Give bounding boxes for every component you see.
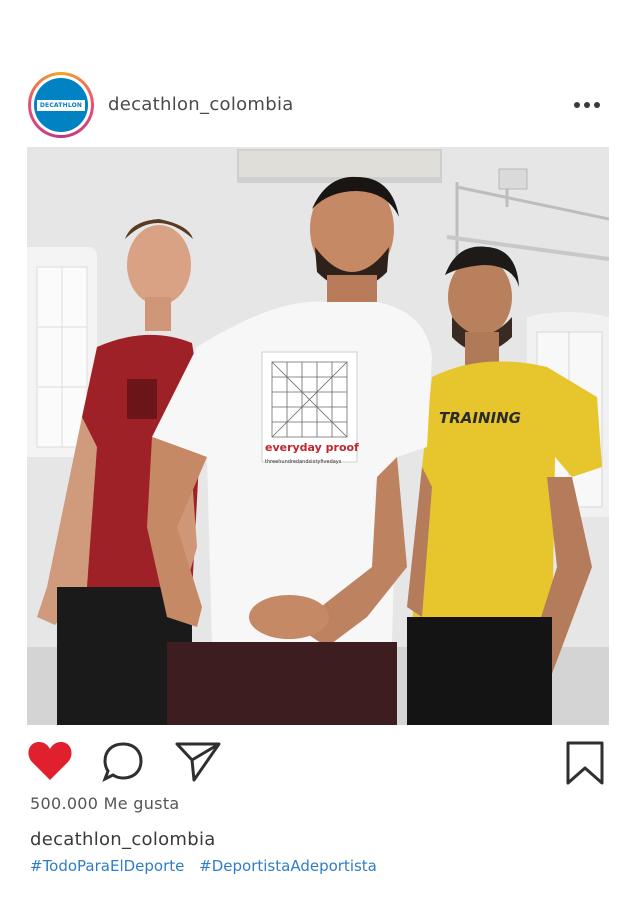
post-image[interactable]: TRAINING everyday proof threehundredands… (27, 147, 609, 725)
heart-icon[interactable] (27, 740, 73, 782)
post-username[interactable]: decathlon_colombia (108, 94, 294, 115)
post-header: DECATHLON decathlon_colombia (0, 72, 632, 140)
avatar-logo-circle: DECATHLON (34, 78, 88, 132)
more-horizontal-icon[interactable] (574, 102, 600, 108)
hashtag-link[interactable]: #DeportistaAdeportista (199, 857, 377, 875)
bookmark-icon[interactable] (565, 740, 605, 786)
avatar-border: DECATHLON (31, 75, 91, 135)
caption-username[interactable]: decathlon_colombia (30, 829, 216, 850)
shirt-white-sub: threehundredandsixtyfivedays (265, 459, 342, 465)
more-dot (584, 102, 590, 108)
post-actions-bar (0, 740, 632, 786)
avatar-logo-text: DECATHLON (36, 99, 86, 111)
shirt-white-text: everyday proof (265, 441, 359, 454)
share-send-icon[interactable] (174, 740, 222, 784)
hashtags: #TodoParaElDeporte #DeportistaAdeportist… (30, 857, 387, 875)
likes-count[interactable]: 500.000 Me gusta (30, 794, 180, 813)
hashtag-link[interactable]: #TodoParaElDeporte (30, 857, 184, 875)
comment-icon[interactable] (101, 740, 145, 784)
post-photo-illustration: TRAINING everyday proof threehundredands… (27, 147, 609, 725)
avatar[interactable]: DECATHLON (28, 72, 94, 138)
more-dot (594, 102, 600, 108)
shirt-yellow-text: TRAINING (439, 409, 521, 427)
more-dot (574, 102, 580, 108)
